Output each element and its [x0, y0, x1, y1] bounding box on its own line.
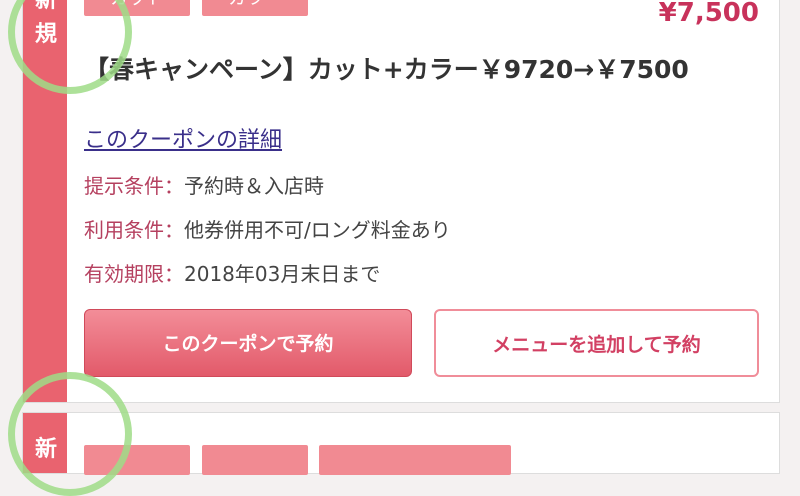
coupon-title: 【春キャンペーン】カット+カラー￥9720→￥7500: [84, 55, 689, 84]
condition-label: 利用条件：: [84, 218, 184, 242]
condition-expiry: 有効期限：2018年03月末日まで: [84, 258, 380, 287]
add-menu-reserve-button[interactable]: メニューを追加して予約: [434, 309, 759, 377]
reserve-with-coupon-button[interactable]: このクーポンで予約: [84, 309, 412, 377]
condition-label: 提示条件：: [84, 174, 184, 198]
tag-color: カラー: [202, 0, 308, 16]
condition-presentation: 提示条件：予約時＆入店時: [84, 170, 324, 199]
condition-value: 予約時＆入店時: [184, 174, 324, 198]
condition-value: 他券併用不可/ロング料金あり: [184, 218, 451, 242]
coupon-detail-link[interactable]: このクーポンの詳細: [84, 122, 282, 154]
next-coupon-card: 新: [22, 412, 780, 475]
condition-value: 2018年03月末日まで: [184, 262, 381, 286]
condition-usage: 利用条件：他券併用不可/ロング料金あり: [84, 214, 451, 243]
condition-label: 有効期限：: [84, 262, 184, 286]
annotation-circle: [8, 372, 132, 496]
coupon-price: ¥7,500: [658, 0, 759, 28]
